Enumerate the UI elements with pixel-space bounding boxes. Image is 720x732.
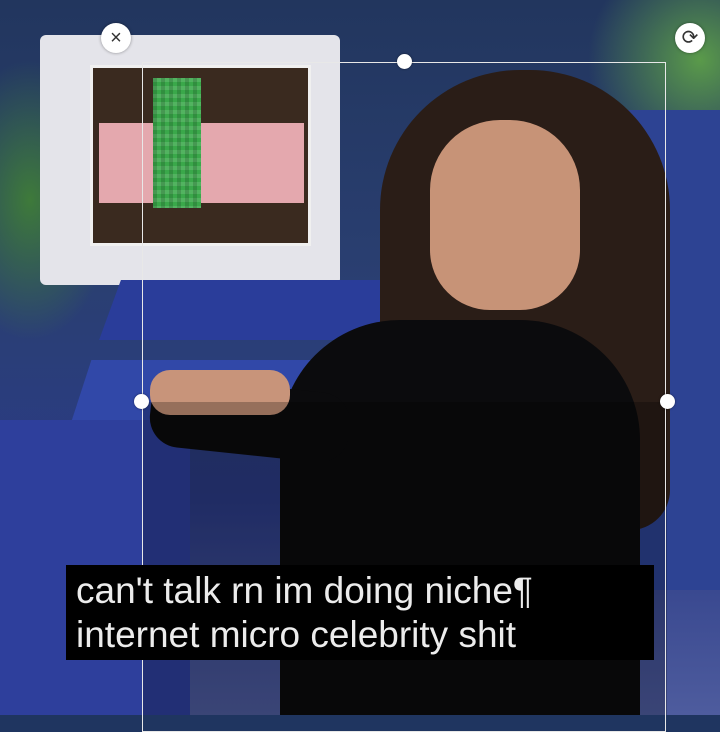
caption-text-box[interactable]: can't talk rn im doing niche¶ internet m… — [66, 565, 654, 660]
resize-handle-top[interactable] — [397, 54, 412, 69]
pilcrow-mark: ¶ — [512, 570, 533, 611]
rotate-icon: ⟳ — [681, 27, 699, 49]
caption-line-1: can't talk rn im doing niche¶ — [76, 570, 533, 611]
close-button[interactable]: × — [101, 23, 131, 53]
caption-line-2: internet micro celebrity shit — [76, 614, 517, 655]
close-icon: × — [110, 27, 122, 49]
rotate-button[interactable]: ⟳ — [675, 23, 705, 53]
resize-handle-right[interactable] — [660, 394, 675, 409]
resize-handle-left[interactable] — [134, 394, 149, 409]
